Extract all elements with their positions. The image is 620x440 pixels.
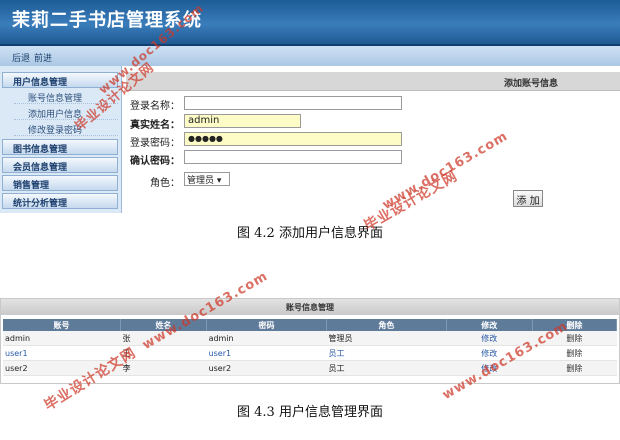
real-name-input[interactable]: admin bbox=[184, 114, 301, 128]
forward-link[interactable]: 前进 bbox=[34, 51, 52, 64]
form-title: 添加账号信息 bbox=[503, 79, 558, 89]
cell-account: admin bbox=[3, 331, 121, 346]
confirm-password-label: 确认密码： bbox=[130, 156, 180, 167]
cell-password: user2 bbox=[206, 360, 327, 376]
delete-link[interactable]: 删除 bbox=[532, 345, 617, 361]
cell-password: admin bbox=[206, 331, 327, 346]
role-label: 角色： bbox=[150, 178, 180, 189]
col-header-account: 账号 bbox=[3, 319, 121, 331]
cell-password: user1 bbox=[206, 345, 327, 361]
cell-role: 员工 bbox=[326, 345, 447, 361]
login-name-label: 登录名称： bbox=[130, 101, 180, 112]
sidebar-section-book-info[interactable]: 图书信息管理 bbox=[2, 139, 118, 155]
password-input[interactable]: ●●●●● bbox=[184, 132, 402, 146]
app-header: 茉莉二手书店管理系统 bbox=[0, 0, 620, 44]
sidebar-section-sales[interactable]: 销售管理 bbox=[2, 175, 118, 191]
figure-caption-4-3: 图 4.3 用户信息管理界面 bbox=[237, 405, 383, 420]
back-link[interactable]: 后退 bbox=[12, 51, 30, 64]
delete-link[interactable]: 删除 bbox=[532, 360, 617, 376]
sidebar-section-statistics[interactable]: 统计分析管理 bbox=[2, 193, 118, 209]
form-title-bar: 添加账号信息 bbox=[126, 72, 620, 91]
cell-role: 员工 bbox=[326, 360, 447, 376]
col-header-edit: 修改 bbox=[446, 319, 533, 331]
col-header-role: 角色 bbox=[326, 319, 447, 331]
col-header-password: 密码 bbox=[206, 319, 327, 331]
table-title-bar: 账号信息管理 bbox=[1, 299, 619, 315]
cell-role: 管理员 bbox=[326, 331, 447, 346]
figure-caption-4-2: 图 4.2 添加用户信息界面 bbox=[237, 226, 383, 241]
sidebar-section-member-info[interactable]: 会员信息管理 bbox=[2, 157, 118, 173]
password-label: 登录密码： bbox=[130, 138, 180, 149]
sidebar-item-change-password[interactable]: 修改登录密码 bbox=[14, 122, 118, 136]
table-header-row: 账号 姓名 密码 角色 修改 删除 bbox=[3, 319, 618, 331]
table-title: 账号信息管理 bbox=[286, 303, 334, 312]
real-name-label: 真实姓名： bbox=[130, 120, 180, 131]
login-name-input[interactable] bbox=[184, 96, 402, 110]
confirm-password-input[interactable] bbox=[184, 150, 402, 164]
role-select[interactable]: 管理员 ▾ bbox=[184, 172, 230, 186]
add-button[interactable]: 添 加 bbox=[513, 190, 543, 207]
navigation-bar: 后退 前进 bbox=[0, 44, 620, 66]
